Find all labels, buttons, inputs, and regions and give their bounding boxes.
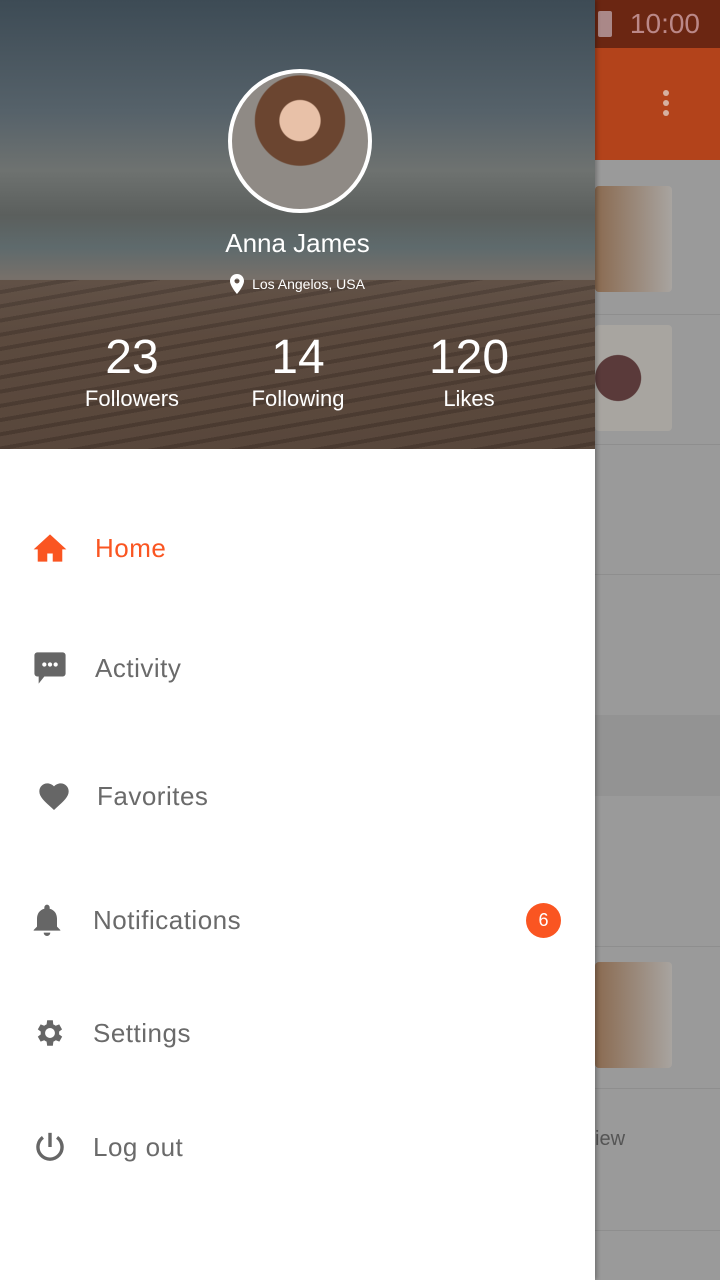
menu-label: Favorites xyxy=(97,780,209,811)
divider xyxy=(595,1088,720,1089)
bell-icon xyxy=(29,902,65,938)
status-time: 10:00 xyxy=(629,8,700,39)
stat-likes[interactable]: 120 Likes xyxy=(389,330,549,412)
stat-label: Followers xyxy=(84,386,180,411)
divider xyxy=(595,314,720,315)
menu-item-logout[interactable]: Log out xyxy=(0,1117,595,1177)
list-row-highlight xyxy=(595,715,720,796)
profile-name: Anna James xyxy=(225,228,370,258)
list-thumbnail xyxy=(595,325,672,431)
app-toolbar xyxy=(595,48,720,160)
stat-label: Following xyxy=(251,386,345,411)
list-thumbnail xyxy=(595,186,672,292)
menu-item-notifications[interactable]: Notifications 6 xyxy=(0,890,595,950)
location-text: Los Angelos, USA xyxy=(252,276,365,292)
divider xyxy=(595,1230,720,1231)
list-thumbnail xyxy=(595,962,672,1068)
stat-following[interactable]: 14 Following xyxy=(218,330,378,412)
menu-label: Home xyxy=(95,532,167,563)
menu-label: Settings xyxy=(93,1017,191,1048)
divider xyxy=(595,574,720,575)
stat-value: 23 xyxy=(105,331,159,384)
power-icon xyxy=(32,1129,68,1165)
menu-label: Notifications xyxy=(93,904,242,935)
stat-value: 14 xyxy=(271,331,325,384)
menu-item-home[interactable]: Home xyxy=(0,518,595,578)
menu-item-activity[interactable]: Activity xyxy=(0,638,595,698)
battery-icon xyxy=(597,11,612,37)
menu-label: Log out xyxy=(93,1131,184,1162)
home-icon xyxy=(32,530,68,566)
location-pin-icon xyxy=(230,274,245,294)
partial-list-text: iew xyxy=(595,1128,626,1150)
navigation-drawer: Anna James Los Angelos, USA 23 Followers … xyxy=(0,0,595,1280)
menu-item-favorites[interactable]: Favorites xyxy=(0,766,595,826)
more-vert-icon[interactable] xyxy=(663,90,669,120)
background-app[interactable]: 10:00 iew xyxy=(595,0,720,1280)
stat-label: Likes xyxy=(443,386,495,411)
menu-item-settings[interactable]: Settings xyxy=(0,1003,595,1063)
stat-value: 120 xyxy=(428,331,510,384)
profile-header: Anna James Los Angelos, USA 23 Followers … xyxy=(0,0,595,449)
divider xyxy=(595,444,720,445)
profile-location: Los Angelos, USA xyxy=(0,274,595,294)
heart-icon xyxy=(36,778,72,814)
chat-icon xyxy=(32,650,68,686)
menu-label: Activity xyxy=(95,652,182,683)
gear-icon xyxy=(32,1015,68,1051)
stat-followers[interactable]: 23 Followers xyxy=(52,330,212,412)
divider xyxy=(595,946,720,947)
notification-badge: 6 xyxy=(526,902,561,938)
status-bar: 10:00 xyxy=(595,0,720,48)
avatar[interactable] xyxy=(228,69,372,213)
